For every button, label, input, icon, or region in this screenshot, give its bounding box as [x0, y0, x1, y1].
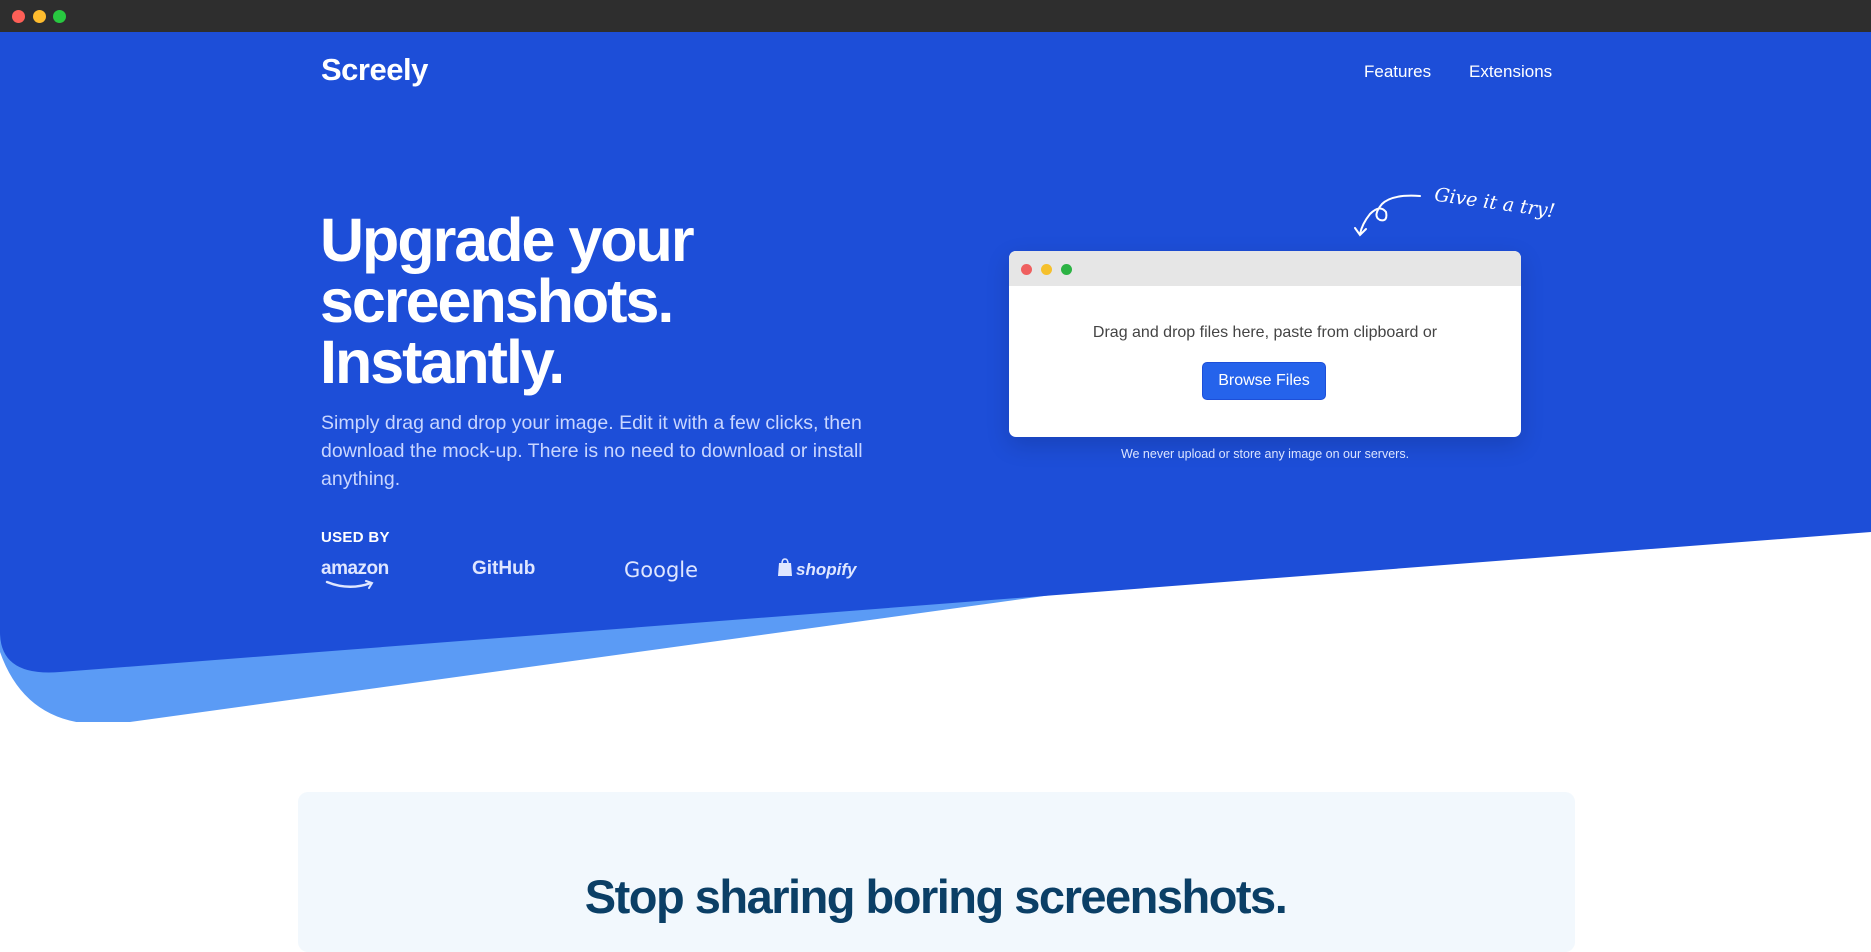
shopify-logo: shopify: [777, 558, 856, 580]
privacy-note: We never upload or store any image on ou…: [1120, 447, 1410, 461]
github-logo: GitHub: [472, 558, 536, 579]
used-by-label: USED BY: [321, 529, 390, 546]
nav-features-link[interactable]: Features: [1364, 62, 1431, 82]
window-maximize-button[interactable]: [53, 10, 66, 23]
amazon-logo-text: amazon: [321, 558, 389, 579]
curved-arrow-icon: [1354, 194, 1421, 237]
shopify-logo-text: shopify: [796, 560, 857, 579]
window-close-button[interactable]: [12, 10, 25, 23]
brand-logo[interactable]: Screely: [321, 52, 428, 88]
mock-window-titlebar: [1009, 251, 1521, 286]
amazon-logo: amazon: [321, 558, 389, 589]
hero-headline: Upgrade your screenshots. Instantly.: [320, 210, 880, 393]
dropzone-prompt: Drag and drop files here, paste from cli…: [1092, 324, 1438, 341]
hero-subtext: Simply drag and drop your image. Edit it…: [321, 412, 863, 490]
mock-close-dot: [1021, 264, 1032, 275]
shopify-bag-icon: [778, 558, 792, 576]
hero-blue-panel: [0, 32, 1871, 673]
nav-extensions-link[interactable]: Extensions: [1469, 62, 1552, 82]
mock-minimize-dot: [1041, 264, 1052, 275]
headline-line: Instantly.: [320, 328, 565, 396]
google-logo: Google: [624, 558, 699, 582]
hero-background: [0, 32, 1871, 722]
amazon-smile-icon: [325, 580, 374, 589]
mock-maximize-dot: [1061, 264, 1072, 275]
headline-line: Upgrade your: [320, 206, 695, 274]
window-minimize-button[interactable]: [33, 10, 46, 23]
headline-line: screenshots.: [320, 267, 674, 335]
upload-dropzone[interactable]: Drag and drop files here, paste from cli…: [1009, 251, 1521, 437]
browse-files-button[interactable]: Browse Files: [1202, 362, 1326, 400]
window-titlebar: [0, 0, 1871, 32]
